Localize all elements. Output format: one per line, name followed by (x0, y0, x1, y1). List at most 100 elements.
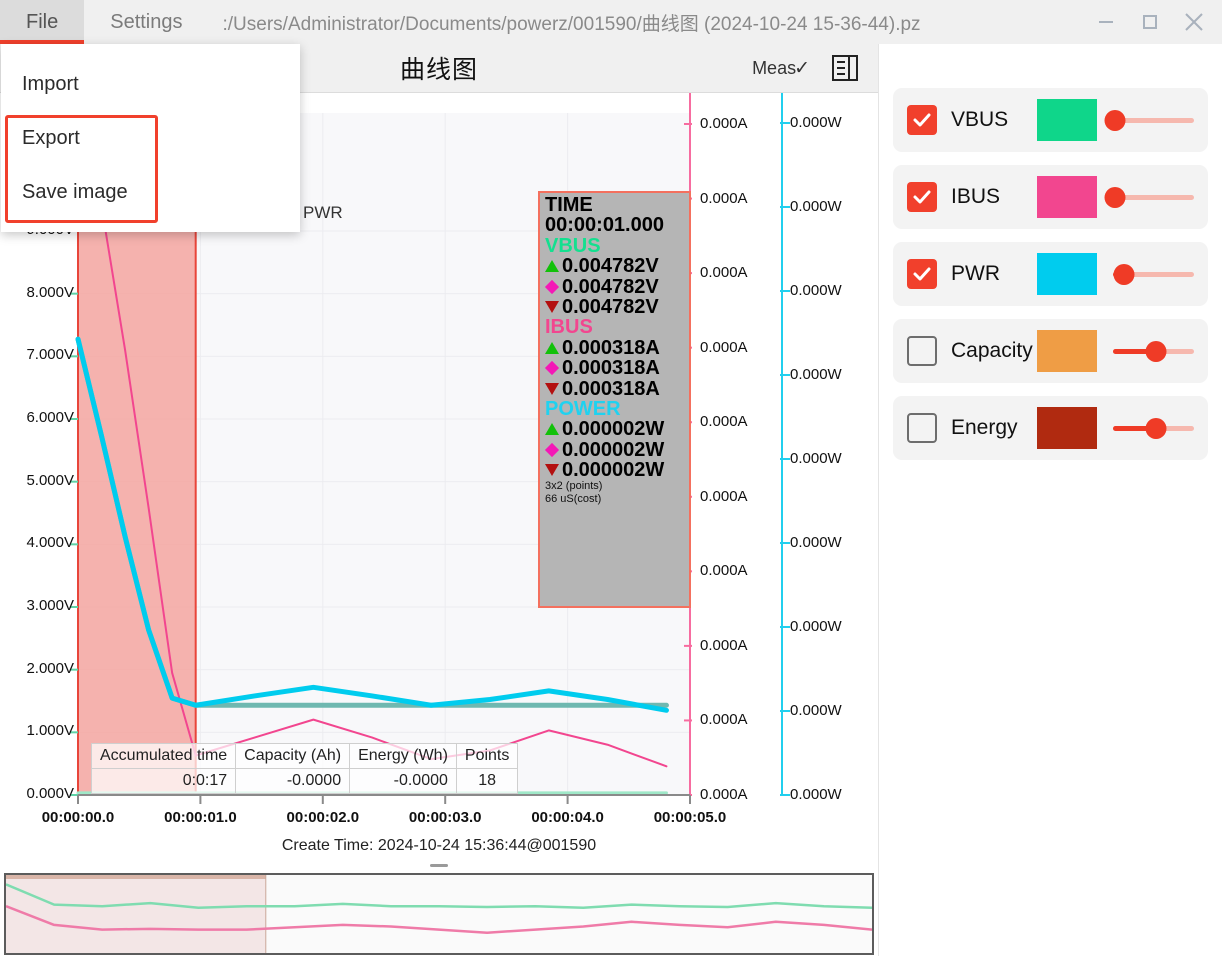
diamond-icon (545, 443, 559, 457)
power-tick-label: 0.000W (790, 114, 842, 131)
tooltip-groups: VBUS0.004782V0.004782V0.004782VIBUS0.000… (545, 236, 685, 481)
time-tick-label: 00:00:04.0 (508, 809, 628, 826)
tooltip-value-row: 0.000318A (545, 338, 685, 358)
checkbox-unchecked-icon[interactable] (907, 413, 937, 443)
triangle-up-icon (545, 342, 559, 354)
navigator-resize-handle[interactable] (430, 864, 448, 867)
time-tick-label: 00:00:01.0 (140, 809, 260, 826)
channel-row-energy[interactable]: Energy (893, 396, 1208, 460)
file-menu-dropdown[interactable]: Import Export Save image (1, 44, 300, 232)
menu-item-import[interactable]: Import (1, 57, 300, 111)
current-tick-label: 0.000A (700, 115, 748, 132)
power-tick-label: 0.000W (790, 282, 842, 299)
tooltip-group-label: POWER (545, 399, 685, 419)
tooltip-value: 0.004782V (562, 277, 659, 297)
channel-opacity-slider[interactable] (1113, 182, 1194, 212)
tooltip-value: 0.000002W (562, 460, 664, 480)
menu-tab-settings[interactable]: Settings (84, 0, 208, 44)
list-panel-icon[interactable] (830, 53, 860, 83)
maximize-icon[interactable] (1128, 0, 1172, 44)
stats-value-points: 18 (456, 769, 517, 794)
tooltip-value-row: 0.000318A (545, 358, 685, 378)
power-tick-label: 0.000W (790, 702, 842, 719)
pwr-series-tag: PWR (303, 203, 343, 223)
stats-value-accumulated-time: 0:0:17 (92, 769, 236, 794)
triangle-up-icon (545, 260, 559, 272)
tooltip-value: 0.000318A (562, 379, 660, 399)
meas-control[interactable]: Meas ✓ (752, 57, 810, 80)
channel-color-swatch[interactable] (1037, 253, 1097, 295)
tooltip-value: 0.000002W (562, 440, 664, 460)
navigator-overview[interactable] (4, 873, 874, 955)
triangle-down-icon (545, 464, 559, 476)
stats-value-energy: -0.0000 (350, 769, 457, 794)
triangle-down-icon (545, 301, 559, 313)
power-tick-label: 0.000W (790, 450, 842, 467)
stats-table-header-row: Accumulated time Capacity (Ah) Energy (W… (92, 744, 518, 769)
slider-knob[interactable] (1114, 264, 1135, 285)
voltage-tick-label: 8.000V (2, 284, 74, 301)
tooltip-value: 0.000002W (562, 419, 664, 439)
channel-list: VBUS IBUS PWR Capacity Energy (893, 88, 1208, 460)
stats-header-capacity: Capacity (Ah) (236, 744, 350, 769)
tooltip-value-row: 0.004782V (545, 256, 685, 276)
channel-color-swatch[interactable] (1037, 330, 1097, 372)
slider-knob[interactable] (1105, 110, 1126, 131)
stats-header-points: Points (456, 744, 517, 769)
stats-table-value-row: 0:0:17 -0.0000 -0.0000 18 (92, 769, 518, 794)
channel-color-swatch[interactable] (1037, 176, 1097, 218)
checkbox-unchecked-icon[interactable] (907, 336, 937, 366)
stats-header-accumulated-time: Accumulated time (92, 744, 236, 769)
app-window: File Settings :/Users/Administrator/Docu… (0, 0, 1222, 956)
channel-row-vbus[interactable]: VBUS (893, 88, 1208, 152)
slider-knob[interactable] (1145, 341, 1166, 362)
channel-color-swatch[interactable] (1037, 407, 1097, 449)
menu-item-save-image[interactable]: Save image (1, 165, 300, 219)
stats-table: Accumulated time Capacity (Ah) Energy (W… (91, 743, 518, 794)
current-tick-label: 0.000A (700, 786, 748, 803)
time-tick-label: 00:00:00.0 (18, 809, 138, 826)
current-tick-label: 0.000A (700, 562, 748, 579)
window-file-path: :/Users/Administrator/Documents/powerz/0… (209, 0, 1085, 44)
channel-opacity-slider[interactable] (1113, 413, 1194, 443)
menu-tab-file[interactable]: File (0, 0, 84, 44)
channel-label: Energy (951, 416, 1037, 440)
triangle-up-icon (545, 423, 559, 435)
menu-item-export[interactable]: Export (1, 111, 300, 165)
title-bar: File Settings :/Users/Administrator/Docu… (0, 0, 1222, 44)
checkbox-checked-icon[interactable] (907, 182, 937, 212)
tooltip-group-label: IBUS (545, 317, 685, 337)
checkbox-checked-icon[interactable] (907, 105, 937, 135)
close-icon[interactable] (1172, 0, 1216, 44)
channel-color-swatch[interactable] (1037, 99, 1097, 141)
power-tick-label: 0.000W (790, 198, 842, 215)
stats-header-energy: Energy (Wh) (350, 744, 457, 769)
channel-label: Capacity (951, 339, 1037, 363)
voltage-tick-label: 3.000V (2, 597, 74, 614)
tooltip-group-label: VBUS (545, 236, 685, 256)
channel-row-capacity[interactable]: Capacity (893, 319, 1208, 383)
tooltip-cost-info: 66 uS(cost) (545, 493, 685, 506)
channel-label: PWR (951, 262, 1037, 286)
meas-check-icon: ✓ (794, 57, 810, 80)
current-tick-label: 0.000A (700, 413, 748, 430)
navigator-svg (6, 875, 872, 953)
channel-sidebar: VBUS IBUS PWR Capacity Energy (878, 44, 1222, 956)
voltage-tick-label: 6.000V (2, 409, 74, 426)
channel-opacity-slider[interactable] (1113, 336, 1194, 366)
tooltip-value: 0.004782V (562, 297, 659, 317)
voltage-tick-label: 1.000V (2, 722, 74, 739)
checkbox-checked-icon[interactable] (907, 259, 937, 289)
slider-knob[interactable] (1105, 187, 1126, 208)
navigator-wrap (0, 855, 878, 956)
tooltip-points-info: 3x2 (points) (545, 480, 685, 493)
channel-row-ibus[interactable]: IBUS (893, 165, 1208, 229)
measurement-tooltip: TIME 00:00:01.000 VBUS0.004782V0.004782V… (538, 191, 691, 608)
menu-tab-file-label: File (26, 11, 58, 34)
channel-row-pwr[interactable]: PWR (893, 242, 1208, 306)
minimize-icon[interactable] (1084, 0, 1128, 44)
slider-knob[interactable] (1145, 418, 1166, 439)
channel-opacity-slider[interactable] (1113, 105, 1194, 135)
channel-opacity-slider[interactable] (1113, 259, 1194, 289)
tooltip-value-row: 0.004782V (545, 297, 685, 317)
